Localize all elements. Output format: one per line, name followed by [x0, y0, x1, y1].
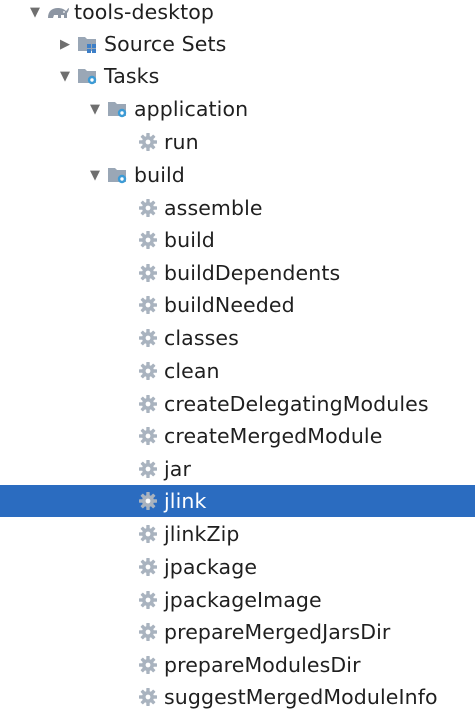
tree-node-source-sets[interactable]: ▶ Source Sets [0, 28, 475, 60]
tree-node-application[interactable]: ▼ application [0, 93, 475, 125]
tree-node-label: prepareMergedJarsDir [164, 620, 391, 644]
gear-icon [136, 360, 160, 382]
tree-node-label: jlink [164, 489, 207, 513]
tree-node-task[interactable]: ▶ jpackageImage [0, 584, 475, 616]
tree-node-label: prepareModulesDir [164, 653, 361, 677]
tree-node-label: jlinkZip [164, 522, 240, 546]
gradle-tasks-tree: ▼ tools-desktop ▶ Source Sets ▼ Tasks ▼ … [0, 0, 475, 709]
task-folder-icon [106, 98, 130, 120]
expand-arrow-icon[interactable]: ▼ [84, 164, 106, 186]
gear-icon [136, 393, 160, 415]
gear-icon [136, 131, 160, 153]
task-folder-icon [106, 164, 130, 186]
gear-icon [136, 425, 160, 447]
tree-node-task[interactable]: ▶ jlinkZip [0, 518, 475, 550]
gear-icon [136, 556, 160, 578]
tree-node-task[interactable]: ▶ suggestMergedModuleInfo [0, 681, 475, 713]
tree-node-label: createMergedModule [164, 424, 383, 448]
tree-node-task[interactable]: ▶ buildNeeded [0, 289, 475, 321]
tree-node-label: build [164, 228, 215, 252]
tree-node-label: Source Sets [104, 32, 227, 56]
tree-node-label: buildNeeded [164, 293, 295, 317]
tree-node-label: jpackage [164, 555, 258, 579]
expand-arrow-icon[interactable]: ▼ [24, 1, 46, 23]
gradle-elephant-icon [46, 1, 70, 23]
gear-icon [136, 197, 160, 219]
gear-icon [136, 458, 160, 480]
gear-icon [136, 327, 160, 349]
tree-node-build[interactable]: ▼ build [0, 159, 475, 191]
tree-node-tools-desktop[interactable]: ▼ tools-desktop [0, 0, 475, 28]
tree-node-label: application [134, 97, 249, 121]
tree-node-task[interactable]: ▶ prepareModulesDir [0, 649, 475, 681]
expand-arrow-icon[interactable]: ▼ [84, 98, 106, 120]
tree-node-task[interactable]: ▶ prepareMergedJarsDir [0, 616, 475, 648]
tree-node-task[interactable]: ▶ assemble [0, 192, 475, 224]
expand-arrow-icon[interactable]: ▼ [54, 65, 76, 87]
tree-node-label: assemble [164, 196, 263, 220]
tree-node-label: build [134, 163, 185, 187]
tree-node-task[interactable]: ▶ clean [0, 355, 475, 387]
gear-icon [136, 262, 160, 284]
tree-node-task-selected[interactable]: ▶ jlink [0, 485, 475, 517]
tree-node-label: jpackageImage [164, 588, 322, 612]
tree-node-label: Tasks [104, 64, 160, 88]
gear-icon [136, 621, 160, 643]
tree-node-task[interactable]: ▶ createMergedModule [0, 420, 475, 452]
source-sets-folder-icon [76, 33, 100, 55]
tree-node-task[interactable]: ▶ build [0, 224, 475, 256]
gear-icon [136, 523, 160, 545]
tree-node-label: clean [164, 359, 220, 383]
gear-icon [136, 490, 160, 512]
tree-node-label: tools-desktop [74, 0, 214, 24]
tree-node-task[interactable]: ▶ classes [0, 322, 475, 354]
gear-icon [136, 294, 160, 316]
tree-node-label: jar [164, 457, 191, 481]
gear-icon [136, 589, 160, 611]
gear-icon [136, 654, 160, 676]
tree-node-task[interactable]: ▶ buildDependents [0, 257, 475, 289]
tree-node-label: run [164, 130, 199, 154]
task-folder-icon [76, 65, 100, 87]
tree-node-task[interactable]: ▶ createDelegatingModules [0, 388, 475, 420]
tree-node-task[interactable]: ▶ jar [0, 453, 475, 485]
tree-node-label: classes [164, 326, 239, 350]
tree-node-label: suggestMergedModuleInfo [164, 685, 438, 709]
gear-icon [136, 229, 160, 251]
tree-node-label: createDelegatingModules [164, 392, 429, 416]
tree-node-task[interactable]: ▶ jpackage [0, 551, 475, 583]
tree-node-label: buildDependents [164, 261, 341, 285]
collapsed-arrow-icon[interactable]: ▶ [54, 33, 76, 55]
tree-node-tasks[interactable]: ▼ Tasks [0, 60, 475, 92]
tree-node-task-run[interactable]: ▶ run [0, 126, 475, 158]
gear-icon [136, 686, 160, 708]
